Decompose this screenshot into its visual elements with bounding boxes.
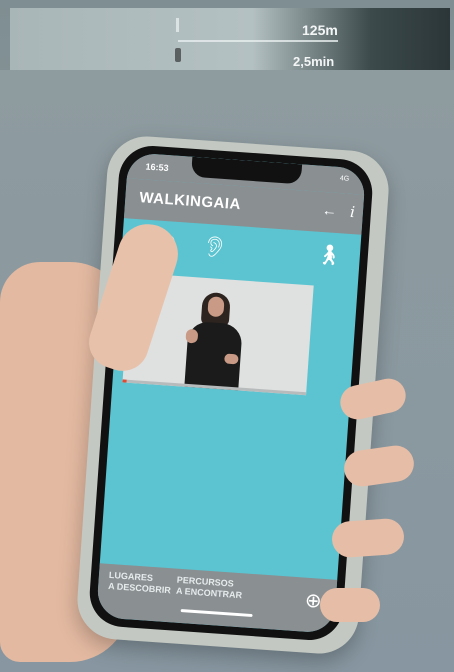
finger — [330, 517, 406, 559]
nav-lugares[interactable]: LUGARES A DESCOBRIR — [108, 570, 172, 596]
ear-icon[interactable]: 👂︎ — [201, 234, 228, 261]
pedestrian-icon[interactable]: 🚶︎ — [316, 242, 343, 269]
nav-percursos[interactable]: PERCURSOS A ENCONTRAR — [176, 575, 244, 602]
sign-distance: 125m — [302, 22, 338, 38]
interpreter-hand — [224, 353, 239, 365]
bottom-nav: LUGARES A DESCOBRIR PERCURSOS A ENCONTRA… — [96, 563, 338, 634]
app-logo: WALKINGAIA — [138, 189, 242, 214]
pedestrian-sign-icon — [175, 48, 181, 62]
sign-marker — [176, 18, 179, 32]
sign-line — [178, 40, 338, 42]
info-icon[interactable]: i — [349, 203, 355, 221]
wall-sign: 125m 2,5min — [10, 8, 450, 70]
finger — [320, 588, 380, 622]
arrow-left-icon[interactable]: ← — [321, 202, 337, 220]
phone: 16:53 4G WALKINGAIA ← i 🔊︎ 👂︎ 🚶︎ LUGA — [87, 143, 375, 643]
phone-screen: 16:53 4G WALKINGAIA ← i 🔊︎ 👂︎ 🚶︎ LUGA — [96, 152, 366, 634]
video-progress-fill — [122, 379, 127, 383]
network-indicator: 4G — [339, 175, 350, 183]
sign-time: 2,5min — [293, 54, 335, 69]
status-time: 16:53 — [145, 161, 169, 174]
